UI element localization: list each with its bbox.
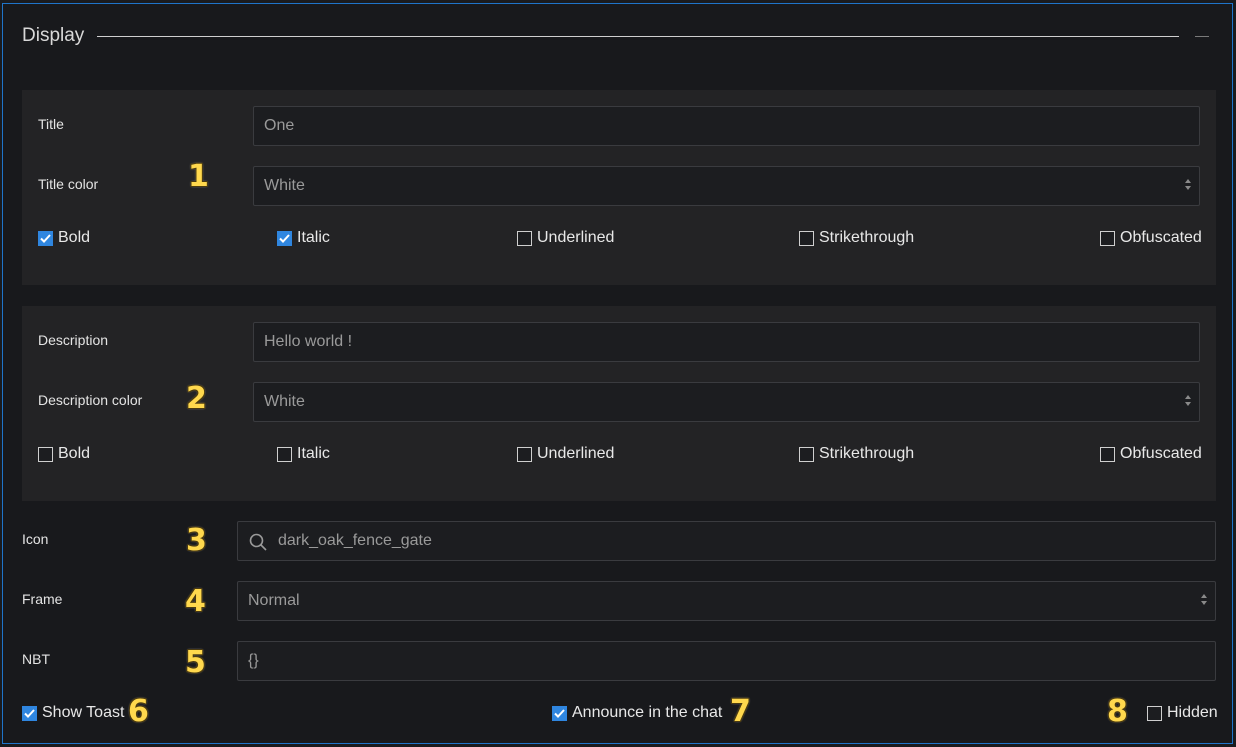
frame-select[interactable]: Normal [237, 581, 1216, 621]
checkbox-label: Obfuscated [1120, 229, 1202, 246]
checkbox-checked-icon [22, 705, 37, 721]
nbt-label: NBT [22, 651, 50, 667]
nbt-input-value: {} [248, 652, 259, 669]
minus-icon [1195, 36, 1209, 37]
checkbox-label: Italic [297, 445, 330, 462]
title-italic-checkbox[interactable]: Italic [277, 229, 330, 247]
checkbox-empty-icon [799, 446, 814, 462]
title-input[interactable]: One [253, 106, 1200, 146]
display-panel: Display Title One Title color 1 White Bo… [2, 3, 1233, 744]
annotation-badge-1: 1 [188, 159, 209, 194]
description-strikethrough-checkbox[interactable]: Strikethrough [799, 445, 914, 463]
title-color-select[interactable]: White [253, 166, 1200, 206]
annotation-badge-4: 4 [185, 584, 206, 619]
checkbox-label: Bold [58, 445, 91, 462]
checkbox-empty-icon [799, 230, 814, 246]
annotation-badge-3: 3 [186, 523, 207, 558]
description-card: Description Hello world ! Description co… [22, 306, 1216, 501]
annotation-badge-5: 5 [185, 645, 206, 680]
annotation-badge-8: 8 [1107, 694, 1128, 729]
checkbox-checked-icon [277, 230, 292, 246]
section-title: Display [22, 25, 85, 46]
checkbox-label: Announce in the chat [572, 704, 723, 721]
description-obfuscated-checkbox[interactable]: Obfuscated [1100, 445, 1202, 463]
description-input[interactable]: Hello world ! [253, 322, 1200, 362]
search-icon [249, 533, 267, 551]
checkbox-label: Italic [297, 229, 330, 246]
title-label: Title [38, 116, 64, 132]
title-card: Title One Title color 1 White Bold Itali… [22, 90, 1216, 285]
checkbox-label: Underlined [537, 445, 615, 462]
checkbox-checked-icon [552, 705, 567, 721]
title-strikethrough-checkbox[interactable]: Strikethrough [799, 229, 914, 247]
frame-select-value: Normal [248, 592, 300, 609]
checkbox-label: Bold [58, 229, 91, 246]
checkbox-empty-icon [277, 446, 292, 462]
title-obfuscated-checkbox[interactable]: Obfuscated [1100, 229, 1202, 247]
checkbox-checked-icon [38, 230, 53, 246]
checkbox-empty-icon [38, 446, 53, 462]
title-color-value: White [264, 177, 305, 194]
section-divider [97, 36, 1179, 37]
checkbox-empty-icon [1100, 230, 1115, 246]
icon-search-value: dark_oak_fence_gate [278, 532, 432, 549]
description-label: Description [38, 332, 109, 348]
checkbox-empty-icon [1147, 705, 1162, 721]
description-input-value: Hello world ! [264, 333, 353, 350]
checkbox-label: Strikethrough [819, 445, 915, 462]
description-color-select[interactable]: White [253, 382, 1200, 422]
description-bold-checkbox[interactable]: Bold [38, 445, 90, 463]
annotation-badge-7: 7 [730, 694, 751, 729]
nbt-input[interactable]: {} [237, 641, 1216, 681]
hidden-checkbox[interactable]: Hidden [1147, 704, 1218, 722]
title-input-value: One [264, 117, 295, 134]
icon-label: Icon [22, 531, 49, 547]
checkbox-empty-icon [517, 230, 532, 246]
frame-label: Frame [22, 591, 63, 607]
select-arrows-icon [1201, 594, 1207, 608]
annotation-badge-2: 2 [186, 381, 207, 416]
show-toast-checkbox[interactable]: Show Toast [22, 704, 124, 722]
description-color-value: White [264, 393, 305, 410]
icon-search-input[interactable]: dark_oak_fence_gate [237, 521, 1216, 561]
checkbox-label: Underlined [537, 229, 615, 246]
checkbox-label: Hidden [1167, 704, 1218, 721]
title-color-label: Title color [38, 176, 99, 192]
description-color-label: Description color [38, 392, 143, 408]
select-arrows-icon [1185, 179, 1191, 193]
select-arrows-icon [1185, 395, 1191, 409]
annotation-badge-6: 6 [128, 694, 149, 729]
checkbox-label: Show Toast [42, 704, 125, 721]
checkbox-label: Strikethrough [819, 229, 915, 246]
checkbox-empty-icon [1100, 446, 1115, 462]
description-italic-checkbox[interactable]: Italic [277, 445, 330, 463]
checkbox-empty-icon [517, 446, 532, 462]
checkbox-label: Obfuscated [1120, 445, 1202, 462]
description-underlined-checkbox[interactable]: Underlined [517, 445, 614, 463]
title-underlined-checkbox[interactable]: Underlined [517, 229, 614, 247]
title-bold-checkbox[interactable]: Bold [38, 229, 90, 247]
announce-chat-checkbox[interactable]: Announce in the chat [552, 704, 722, 722]
